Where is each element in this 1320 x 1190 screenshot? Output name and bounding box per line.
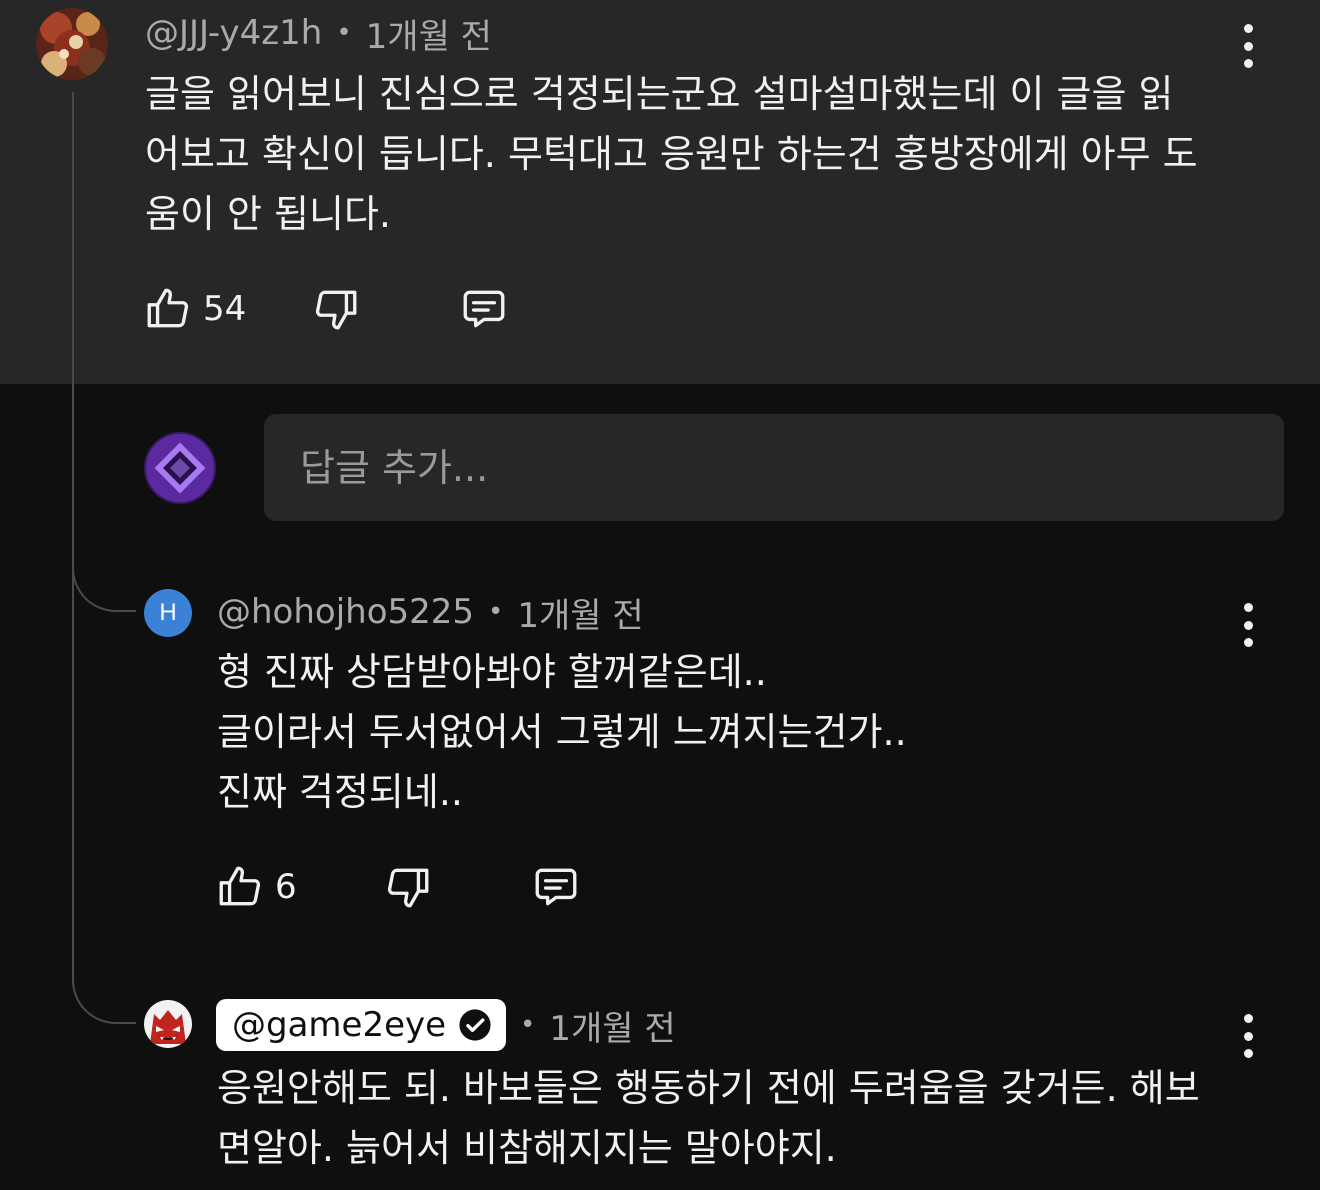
thumb-down-icon [315, 290, 357, 330]
reply-input-box[interactable] [264, 414, 1284, 521]
reply-text: 응원안해도 되. 바보들은 행동하기 전에 두려움을 갖거든. 해보 면알아. … [217, 1058, 1200, 1178]
reply-button[interactable] [459, 284, 509, 334]
reply-line: 형 진짜 상담받아봐야 할꺼같은데.. [217, 650, 767, 694]
like-count: 54 [203, 289, 247, 329]
meta-separator: • [336, 18, 352, 48]
reply-meta: @game2eye • 1개월 전 [216, 999, 676, 1051]
channel-owner-badge[interactable]: @game2eye [216, 999, 507, 1051]
like-button[interactable]: 6 [215, 862, 297, 912]
reply-time[interactable]: 1개월 전 [549, 1001, 675, 1050]
avatar[interactable]: H [144, 589, 192, 637]
like-count: 6 [275, 867, 297, 907]
reply-author: @game2eye [232, 1005, 447, 1045]
comment-author[interactable]: @JJJ-y4z1h [145, 13, 322, 53]
reply-author[interactable]: @hohojho5225 [217, 592, 474, 632]
comment-line: 글을 읽어보니 진심으로 걱정되는군요 설마설마했는데 이 글을 읽 [145, 72, 1174, 116]
thumb-down-icon [387, 868, 429, 908]
meta-separator: • [520, 1010, 536, 1040]
thumb-up-icon [219, 866, 261, 906]
red-demon-avatar[interactable] [144, 1000, 192, 1048]
comment-actions: 54 [143, 284, 543, 344]
more-options-icon[interactable] [1238, 603, 1258, 647]
meta-separator: • [488, 597, 504, 627]
comment-line: 어보고 확신이 듭니다. 무턱대고 응원만 하는건 홍방장에게 아무 도 [145, 132, 1198, 176]
dislike-button[interactable] [311, 284, 361, 334]
reply-time[interactable]: 1개월 전 [517, 588, 643, 637]
thread-connector [72, 974, 136, 1024]
comment-text: 글을 읽어보니 진심으로 걱정되는군요 설마설마했는데 이 글을 읽 어보고 확… [145, 64, 1198, 244]
reply-button[interactable] [531, 862, 581, 912]
reply-comment-icon [463, 290, 505, 328]
thumb-up-icon [147, 288, 189, 328]
dislike-button[interactable] [383, 862, 433, 912]
reply-line: 글이라서 두서없어서 그렇게 느껴지는건가.. [217, 710, 907, 754]
reply-line: 면알아. 늙어서 비참해지지는 말아야지. [217, 1126, 837, 1170]
comment-time[interactable]: 1개월 전 [366, 9, 492, 58]
reply-line: 응원안해도 되. 바보들은 행동하기 전에 두려움을 갖거든. 해보 [217, 1066, 1200, 1110]
reply-comment-icon [535, 868, 577, 906]
reply-line: 진짜 걱정되네.. [217, 770, 463, 814]
thread-connector [72, 562, 136, 612]
purple-diamond-avatar [144, 432, 216, 504]
more-options-icon[interactable] [1238, 1014, 1258, 1058]
painted-portrait-avatar[interactable] [36, 8, 108, 80]
verified-check-icon [459, 1009, 491, 1041]
like-button[interactable]: 54 [143, 284, 246, 334]
more-options-icon[interactable] [1238, 24, 1258, 68]
reply-text: 형 진짜 상담받아봐야 할꺼같은데.. 글이라서 두서없어서 그렇게 느껴지는건… [217, 642, 907, 822]
reply-actions: 6 [215, 862, 615, 922]
reply-meta: @hohojho5225 • 1개월 전 [217, 591, 644, 636]
thread-line [72, 92, 74, 982]
avatar-letter: H [159, 599, 177, 626]
comment-line: 움이 안 됩니다. [145, 192, 391, 236]
reply-input[interactable] [264, 414, 1284, 521]
comment-meta: @JJJ-y4z1h • 1개월 전 [145, 12, 492, 57]
